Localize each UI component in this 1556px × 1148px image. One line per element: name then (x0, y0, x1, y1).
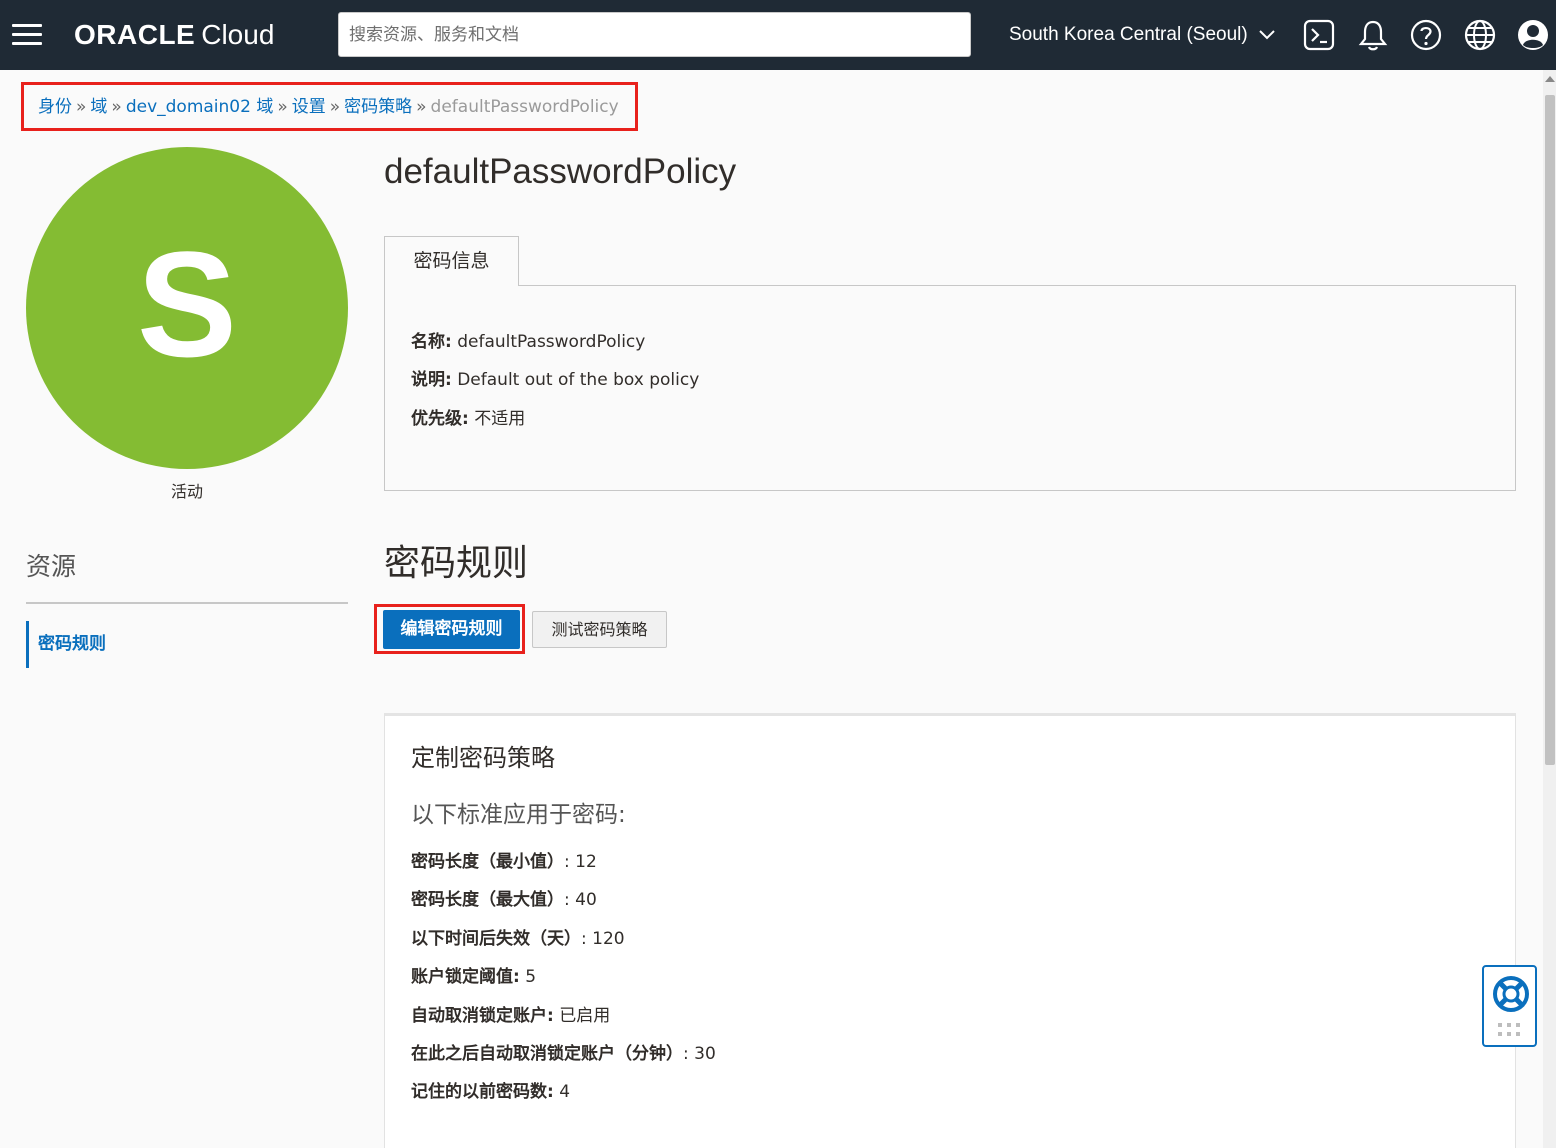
bell-icon[interactable] (1356, 18, 1390, 52)
logo-brand: ORACLE (74, 19, 196, 50)
card-title: 定制密码策略 (411, 744, 555, 772)
top-navigation-bar: ORACLECloud South Korea Central (Seoul) (0, 0, 1556, 70)
criteria-value: 4 (559, 1082, 571, 1102)
breadcrumb-domains[interactable]: 域 (90, 97, 107, 117)
tab-password-info[interactable]: 密码信息 (384, 236, 519, 286)
criteria-value: 5 (525, 967, 537, 987)
criteria-value: 已启用 (559, 1006, 611, 1026)
scroll-up-arrow-icon[interactable] (1545, 76, 1555, 82)
criteria-label: 密码长度（最小值） (411, 852, 564, 872)
scrollbar-thumb[interactable] (1545, 95, 1555, 765)
criteria-value: : 30 (683, 1044, 716, 1064)
avatar-letter: S (136, 220, 238, 388)
search-input[interactable] (338, 12, 971, 57)
info-value: defaultPasswordPolicy (457, 332, 646, 352)
breadcrumb-current: defaultPasswordPolicy (430, 97, 619, 117)
oracle-cloud-logo[interactable]: ORACLE Cloud (74, 18, 274, 52)
criteria-label: 账户锁定阈值: (411, 967, 520, 987)
sidebar-item-password-rules[interactable]: 密码规则 (26, 621, 348, 668)
breadcrumb-separator: » (416, 97, 427, 117)
breadcrumb-separator: » (277, 97, 288, 117)
criteria-auto-unlock: 自动取消锁定账户: 已启用 (411, 1004, 610, 1028)
criteria-label: 密码长度（最大值） (411, 890, 564, 910)
info-label: 优先级: (411, 409, 469, 429)
resource-avatar: S (26, 147, 348, 469)
resources-divider (26, 602, 348, 604)
page-title: defaultPasswordPolicy (384, 152, 737, 191)
criteria-min-length: 密码长度（最小值）: 12 (411, 850, 597, 874)
menu-icon[interactable] (12, 24, 42, 46)
breadcrumb-separator: » (329, 97, 341, 117)
criteria-unlock-minutes: 在此之后自动取消锁定账户（分钟）: 30 (411, 1042, 716, 1066)
criteria-lockout-threshold: 账户锁定阈值: 5 (411, 965, 536, 989)
resources-heading: 资源 (26, 552, 77, 581)
breadcrumb-identity[interactable]: 身份 (38, 97, 72, 117)
user-icon[interactable] (1516, 18, 1550, 52)
info-row-priority: 优先级: 不适用 (411, 407, 525, 431)
criteria-expiry-days: 以下时间后失效（天）: 120 (411, 927, 625, 951)
logo-sub: Cloud (201, 19, 275, 50)
criteria-label: 自动取消锁定账户: (411, 1006, 554, 1026)
drag-handle-icon[interactable] (1498, 1023, 1524, 1039)
breadcrumb: 身份» 域» dev_domain02 域» 设置» 密码策略» defaultPassw… (38, 95, 619, 119)
edit-password-rules-button[interactable]: 编辑密码规则 (383, 610, 520, 649)
criteria-remembered-passwords: 记住的以前密码数: 4 (411, 1080, 570, 1104)
cloud-shell-icon[interactable] (1302, 18, 1336, 52)
help-icon[interactable] (1409, 18, 1443, 52)
criteria-max-length: 密码长度（最大值）: 40 (411, 888, 597, 912)
status-label: 活动 (170, 482, 203, 501)
help-widget-button[interactable] (1482, 965, 1537, 1047)
region-selector[interactable]: South Korea Central (Seoul) (1009, 22, 1275, 48)
criteria-label: 以下时间后失效（天） (411, 929, 581, 949)
test-password-policy-button[interactable]: 测试密码策略 (532, 611, 667, 648)
globe-icon[interactable] (1463, 18, 1497, 52)
info-row-name: 名称: defaultPasswordPolicy (411, 330, 645, 354)
breadcrumb-password-policies[interactable]: 密码策略 (344, 97, 412, 117)
chevron-down-icon (1259, 30, 1275, 40)
region-label: South Korea Central (Seoul) (1009, 24, 1248, 45)
password-rules-heading: 密码规则 (384, 543, 529, 584)
info-value: Default out of the box policy (457, 370, 700, 390)
breadcrumb-separator: » (111, 97, 122, 117)
criteria-value: : 12 (564, 852, 597, 872)
info-row-description: 说明: Default out of the box policy (411, 368, 699, 392)
info-label: 名称: (411, 332, 452, 352)
breadcrumb-separator: » (76, 97, 87, 117)
info-value: 不适用 (474, 409, 526, 429)
lifebuoy-icon (1493, 976, 1529, 1012)
breadcrumb-settings[interactable]: 设置 (292, 97, 326, 117)
criteria-value: : 120 (581, 929, 625, 949)
criteria-label: 在此之后自动取消锁定账户（分钟） (411, 1044, 683, 1064)
criteria-label: 记住的以前密码数: (411, 1082, 554, 1102)
info-label: 说明: (411, 370, 452, 390)
breadcrumb-domain[interactable]: dev_domain02 域 (126, 97, 274, 117)
card-subtitle: 以下标准应用于密码: (411, 802, 626, 828)
criteria-value: : 40 (564, 890, 597, 910)
